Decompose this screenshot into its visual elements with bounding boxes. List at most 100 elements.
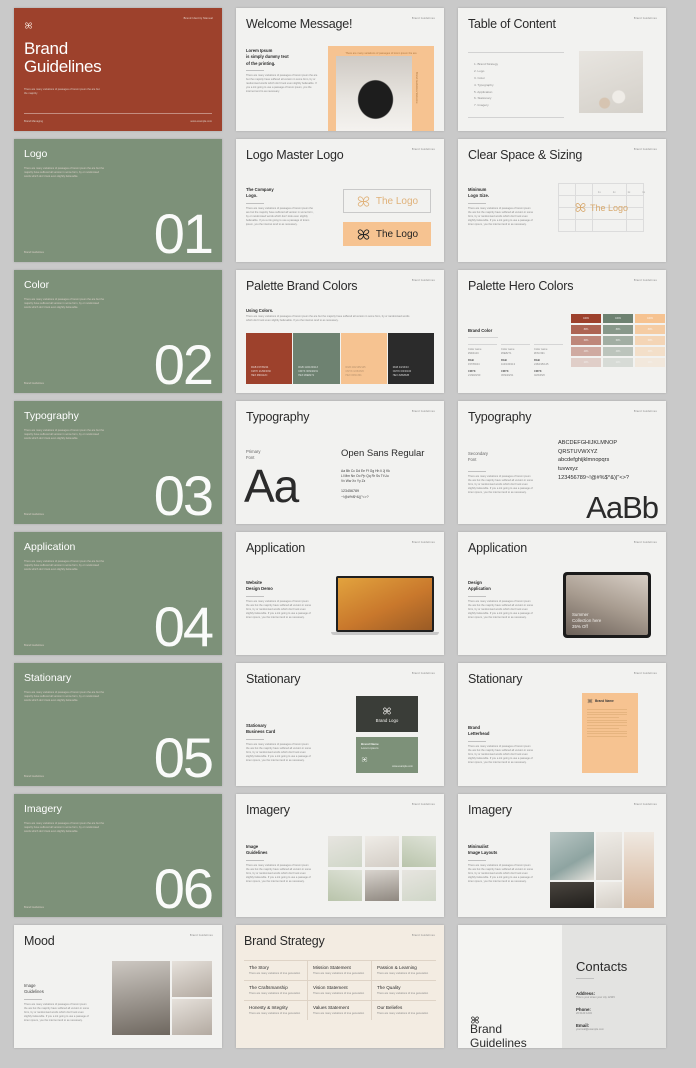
strategy-cell[interactable]: Our Beliefes There are many variations of…	[372, 1001, 436, 1020]
slide-cover[interactable]: Brand Identity Manual Brand Guidelines Ther…	[14, 8, 222, 131]
collage-photo	[596, 882, 622, 908]
slide-brand-tag: Brand Guidelines	[411, 148, 435, 151]
slide-typography-primary[interactable]: Brand Guidelines Typography Primary Font Aa O…	[236, 401, 444, 524]
contact-value[interactable]: 20 0123 1234	[576, 1012, 658, 1016]
slide-brand-tag: Brand Guidelines	[633, 541, 657, 544]
tint-cell[interactable]: 80%	[571, 325, 601, 334]
slide-palette-hero-colors[interactable]: Brand Guidelines Palette Hero Colors Brand…	[458, 270, 666, 393]
toc-item[interactable]: 7. Imagery	[474, 103, 564, 108]
logo-variant-filled[interactable]: The Logo	[343, 222, 431, 246]
tint-cell[interactable]: 80%	[635, 325, 665, 334]
toc-item[interactable]: 2. Logo	[474, 69, 564, 74]
slide-typography-secondary[interactable]: Brand Guidelines Typography Secondary Font T…	[458, 401, 666, 524]
spec-name-value: #F6C391	[534, 352, 545, 356]
strategy-cell[interactable]: The Quality There are many variations of …	[372, 981, 436, 1002]
tint-cell[interactable]: 20%	[571, 358, 601, 367]
slide-cell: Brand Guidelines Stationary Brand Letterhea…	[450, 663, 672, 794]
section-body: There are many variations of passages of…	[24, 691, 105, 703]
slide-application-design[interactable]: Brand Guidelines Application Design Applica…	[458, 532, 666, 655]
slide-stationary-business-card[interactable]: Brand Guidelines Stationary Stationary Busi…	[236, 663, 444, 786]
color-swatch[interactable]: RGB 246/195/145 CMYK 0/26/45/0 HEX #F6C391	[340, 333, 387, 384]
slide-section-06[interactable]: Imagery There are many variations of pass…	[14, 794, 222, 917]
tint-cell[interactable]: 40%	[603, 347, 633, 356]
contacts-left-title-line1: Brand	[470, 1022, 503, 1037]
toc-item[interactable]: 3. Color	[474, 76, 564, 81]
tint-cell[interactable]: 100%	[603, 314, 633, 323]
clearspace-marker: 1x	[642, 191, 645, 194]
slide-brand-strategy[interactable]: Brand Guidelines Brand Strategy The Story T…	[236, 925, 444, 1048]
tint-cell[interactable]: 20%	[603, 358, 633, 367]
strategy-cell-body: There are many variations of true genera…	[249, 992, 301, 996]
slide-mood[interactable]: Brand Guidelines Mood Image Guidelines There…	[14, 925, 222, 1048]
tint-cell[interactable]: 60%	[603, 336, 633, 345]
strategy-cell[interactable]: Honesty & Integrity There are many variat…	[244, 1001, 308, 1021]
tint-cell[interactable]: 40%	[635, 347, 665, 356]
spec-cmyk-value: 21/90/0/30	[468, 374, 481, 378]
color-swatch[interactable]: RGB 110/130/113 CMYK 36/9/29/31 HEX #6E827…	[293, 333, 340, 384]
slide-contacts[interactable]: Brand Guidelines Contacts Address: This is y…	[458, 925, 666, 1048]
slide-section-01[interactable]: Logo There are many variations of passage…	[14, 139, 222, 262]
page-title: Table of Content	[468, 17, 556, 31]
toc-item[interactable]: 6. Stationary	[474, 96, 564, 101]
slide-welcome-message[interactable]: Brand Guidelines Welcome Message! Lorem Ip…	[236, 8, 444, 131]
spec-name-value: #6E8271	[501, 352, 512, 356]
toc-item[interactable]: 1. Brand Strategy	[474, 62, 564, 67]
type-lower-line2: tuvwxyz	[558, 465, 578, 472]
slide-palette-brand-colors[interactable]: Brand Guidelines Palette Brand Colors Usin…	[236, 270, 444, 393]
collage-photo	[172, 961, 212, 997]
slide-cell: Brand Guidelines Palette Brand Colors Usin…	[228, 270, 450, 401]
section-number: 02	[153, 332, 214, 393]
hero-color-spec: Color name #6E8271 RGB 110/130/113 CMYK 36/9/…	[501, 344, 530, 378]
collage-photo	[596, 832, 622, 880]
slide-table-of-content[interactable]: Brand Guidelines Table of Content 1. Brand…	[458, 8, 666, 131]
letterhead-mockup: Brand Name	[582, 693, 638, 773]
tint-cell[interactable]: 20%	[635, 358, 665, 367]
toc-item[interactable]: 4. Typography	[474, 83, 564, 88]
toc-item[interactable]: 5. Application	[474, 90, 564, 95]
strategy-cell[interactable]: Mission Statement There are many variatio…	[308, 961, 372, 982]
contact-value[interactable]: yourmail@example.com	[576, 1028, 658, 1032]
imagery-body: There are many variations of passages of…	[246, 863, 312, 883]
contact-value[interactable]: This is your street your city 12345	[576, 996, 658, 1000]
color-swatch[interactable]: RGB 43/43/43 CMYK 0/0/0/100 HEX #2B2B2B	[387, 333, 434, 384]
section-body: There are many variations of passages of…	[24, 560, 105, 572]
logo-variant-outline[interactable]: The Logo	[343, 189, 431, 213]
section-footer: Brand Guidelines	[24, 905, 44, 909]
strategy-cell[interactable]: Vision Statement There are many variation…	[308, 981, 372, 1002]
slide-clear-space-sizing[interactable]: Brand Guidelines Clear Space & Sizing Mini…	[458, 139, 666, 262]
logo-label: The Company Logo.	[246, 187, 274, 199]
slide-imagery-guidelines[interactable]: Brand Guidelines Imagery Image Guidelines Th…	[236, 794, 444, 917]
slide-brand-tag: Brand Guidelines	[411, 672, 435, 675]
tint-label: 80%	[647, 328, 653, 331]
slide-section-05[interactable]: Stationary There are many variations of p…	[14, 663, 222, 786]
slide-application-website[interactable]: Brand Guidelines Application Website Design…	[236, 532, 444, 655]
strategy-cell[interactable]: The Craftsmanship There are many variatio…	[244, 981, 308, 1002]
collage-photo	[402, 836, 436, 867]
section-number: 03	[153, 463, 214, 524]
business-card-front[interactable]: Brand Logo	[356, 696, 418, 732]
page-title: Stationary	[246, 672, 301, 686]
section-footer: Brand Guidelines	[24, 774, 44, 778]
strategy-cell[interactable]: Values Statement There are many variation…	[308, 1001, 372, 1021]
strategy-cell[interactable]: Passion & Learning There are many variati…	[372, 961, 436, 982]
type-specimen: AaBb	[586, 490, 659, 524]
tint-cell[interactable]: 100%	[571, 314, 601, 323]
strategy-cell[interactable]: The Story There are many variations of tr…	[244, 961, 308, 982]
slide-section-04[interactable]: Application There are many variations of …	[14, 532, 222, 655]
section-title: Application	[24, 541, 76, 553]
slide-section-02[interactable]: Color There are many variations of passag…	[14, 270, 222, 393]
business-card-back[interactable]: Brand Name Lorem ipsum www.example.com	[356, 737, 418, 773]
tint-cell[interactable]: 40%	[571, 347, 601, 356]
slide-logo-master-logo[interactable]: Brand Guidelines Logo Master Logo The Comp…	[236, 139, 444, 262]
tint-cell[interactable]: 100%	[635, 314, 665, 323]
tint-cell[interactable]: 60%	[635, 336, 665, 345]
palette-swatches: RGB 157/65/44 CMYK 21/90/0/30 HEX #9D412C R…	[246, 333, 434, 384]
slide-stationary-letterhead[interactable]: Brand Guidelines Stationary Brand Letterhea…	[458, 663, 666, 786]
slide-imagery-minimalist[interactable]: Brand Guidelines Imagery Minimalist Image L…	[458, 794, 666, 917]
tint-cell[interactable]: 60%	[571, 336, 601, 345]
tint-cell[interactable]: 80%	[603, 325, 633, 334]
slide-section-03[interactable]: Typography There are many variations of p…	[14, 401, 222, 524]
color-swatch[interactable]: RGB 157/65/44 CMYK 21/90/0/30 HEX #9D412C	[246, 333, 293, 384]
clearspace-label: Minimum Logo Size.	[468, 187, 489, 199]
tint-label: 40%	[615, 350, 621, 353]
